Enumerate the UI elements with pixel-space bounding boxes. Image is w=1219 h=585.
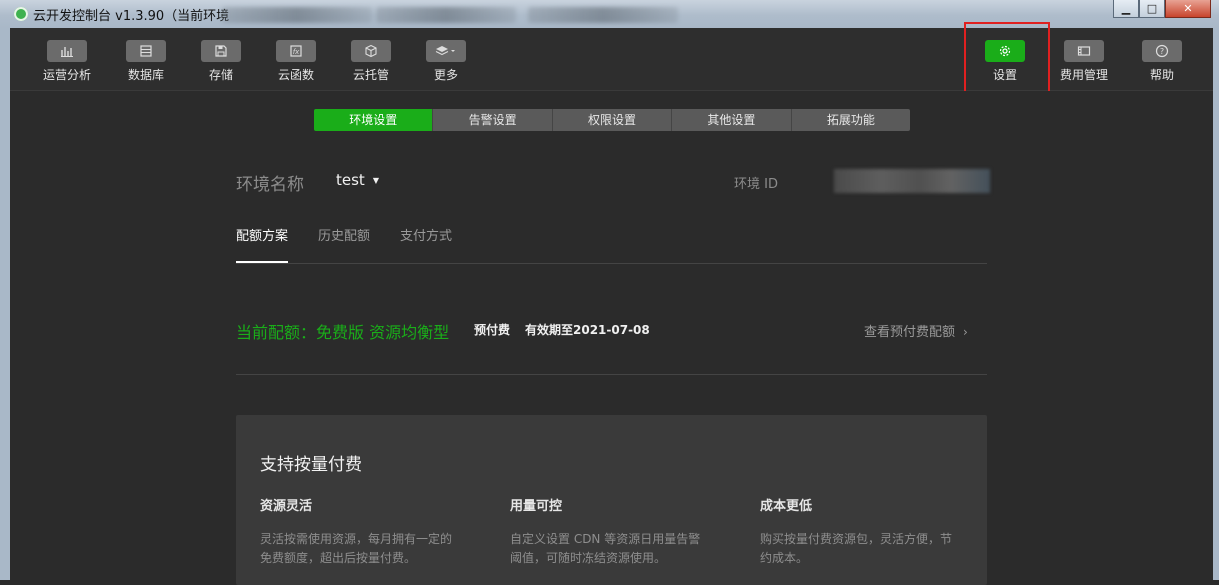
current-quota-title: 当前配额：免费版 资源均衡型: [236, 323, 450, 342]
subtab-quota-plan[interactable]: 配额方案: [236, 225, 289, 263]
save-icon: [215, 45, 227, 57]
minimize-button[interactable]: ▁: [1113, 0, 1139, 18]
toolbar-analytics[interactable]: 运营分析: [32, 40, 102, 83]
tab-alarm-settings[interactable]: 告警设置: [433, 109, 553, 131]
redacted-title-blur-2: [376, 7, 516, 23]
toolbar-label: 费用管理: [1059, 68, 1108, 82]
toolbar-label: 云托管: [352, 68, 389, 82]
window-controls: ▁ □ ✕: [1113, 0, 1211, 18]
feature-title: 资源灵活: [260, 499, 313, 514]
settings-content: 环境设置 告警设置 权限设置 其他设置 拓展功能 环境名称 test ▼ 环境 I…: [10, 91, 1213, 585]
window-titlebar: 云开发控制台 v1.3.90（当前环境 ▁ □ ✕: [0, 0, 1219, 28]
toolbar-label: 运营分析: [42, 68, 91, 82]
toolbar-storage[interactable]: 存储: [186, 40, 256, 83]
env-id-label: 环境 ID: [734, 177, 778, 192]
toolbar-label: 帮助: [1149, 68, 1174, 82]
toolbar-label: 存储: [208, 68, 233, 82]
maximize-button[interactable]: □: [1139, 0, 1165, 18]
pay-as-you-go-card: 支持按量付费 资源灵活 灵活按需使用资源，每月拥有一定的免费额度，超出后按量付费…: [236, 415, 987, 585]
quota-pay-type: 预付费: [474, 323, 511, 337]
toolbar-database[interactable]: 数据库: [111, 40, 181, 83]
layers-dropdown-icon: [435, 46, 455, 56]
subtab-payment-method[interactable]: 支付方式: [400, 225, 452, 263]
subtab-quota-history[interactable]: 历史配额: [318, 225, 370, 263]
window-title: 云开发控制台 v1.3.90（当前环境: [33, 9, 230, 24]
caret-down-icon: ▼: [372, 176, 379, 185]
toolbar-cloud-hosting[interactable]: 云托管: [336, 40, 406, 83]
toolbar-cloud-functions[interactable]: fx 云函数: [261, 40, 331, 83]
settings-tab-bar: 环境设置 告警设置 权限设置 其他设置 拓展功能: [314, 109, 910, 131]
billing-icon: [1077, 46, 1091, 56]
feature-controllable: 用量可控 自定义设置 CDN 等资源日用量告警阈值，可随时冻结资源使用。: [510, 495, 710, 568]
promo-title: 支持按量付费: [260, 455, 362, 475]
tab-environment-settings[interactable]: 环境设置: [314, 109, 434, 131]
window-border-right: [1213, 28, 1219, 580]
toolbar-label: 更多: [433, 68, 458, 82]
toolbar-label: 数据库: [127, 68, 164, 82]
window-border-left: [0, 28, 10, 580]
bar-chart-icon: [61, 47, 73, 57]
env-name-label: 环境名称: [236, 175, 304, 195]
subtabs-divider: [236, 263, 987, 264]
toolbar-label: 云函数: [277, 68, 314, 82]
wechat-app-icon: [14, 7, 28, 21]
database-icon: [140, 45, 152, 57]
redacted-title-blur-3: [528, 7, 678, 23]
feature-desc: 灵活按需使用资源，每月拥有一定的免费额度，超出后按量付费。: [260, 532, 453, 565]
svg-text:?: ?: [1160, 47, 1164, 56]
toolbar-billing[interactable]: 费用管理: [1049, 40, 1119, 83]
feature-title: 用量可控: [510, 499, 563, 514]
function-icon: fx: [290, 45, 302, 57]
tab-extensions[interactable]: 拓展功能: [791, 109, 910, 131]
feature-title: 成本更低: [760, 499, 813, 514]
close-button[interactable]: ✕: [1165, 0, 1211, 18]
feature-flexible: 资源灵活 灵活按需使用资源，每月拥有一定的免费额度，超出后按量付费。: [260, 495, 460, 568]
quota-divider: [236, 374, 987, 375]
chevron-right-icon: ›: [963, 325, 968, 339]
toolbar-more[interactable]: 更多: [411, 40, 481, 83]
env-selector[interactable]: test ▼: [336, 171, 379, 189]
tab-permission-settings[interactable]: 权限设置: [552, 109, 673, 131]
gear-icon: [999, 45, 1011, 57]
help-icon: ?: [1155, 44, 1169, 58]
svg-text:fx: fx: [293, 48, 300, 56]
env-id-value-redacted: [834, 169, 990, 193]
view-prepaid-label: 查看预付费配额: [864, 325, 956, 340]
main-toolbar: 运营分析 数据库 存储 fx 云函数 云托管 更多 设置 费用管理 ? 帮助: [10, 28, 1213, 91]
tab-other-settings[interactable]: 其他设置: [672, 109, 792, 131]
feature-desc: 购买按量付费资源包，灵活方便，节约成本。: [760, 532, 953, 565]
redacted-title-blur: [222, 7, 372, 23]
toolbar-label: 设置: [992, 68, 1017, 82]
view-prepaid-quota-link[interactable]: 查看预付费配额 ›: [864, 321, 968, 340]
feature-desc: 自定义设置 CDN 等资源日用量告警阈值，可随时冻结资源使用。: [510, 532, 701, 565]
toolbar-settings[interactable]: 设置: [970, 40, 1040, 83]
env-selector-value: test: [336, 171, 365, 189]
feature-lower-cost: 成本更低 购买按量付费资源包，灵活方便，节约成本。: [760, 495, 960, 568]
toolbar-help[interactable]: ? 帮助: [1127, 40, 1197, 83]
cube-icon: [365, 44, 377, 58]
quota-valid-until: 有效期至2021-07-08: [525, 323, 650, 337]
quota-subtabs: 配额方案 历史配额 支付方式: [236, 225, 482, 263]
